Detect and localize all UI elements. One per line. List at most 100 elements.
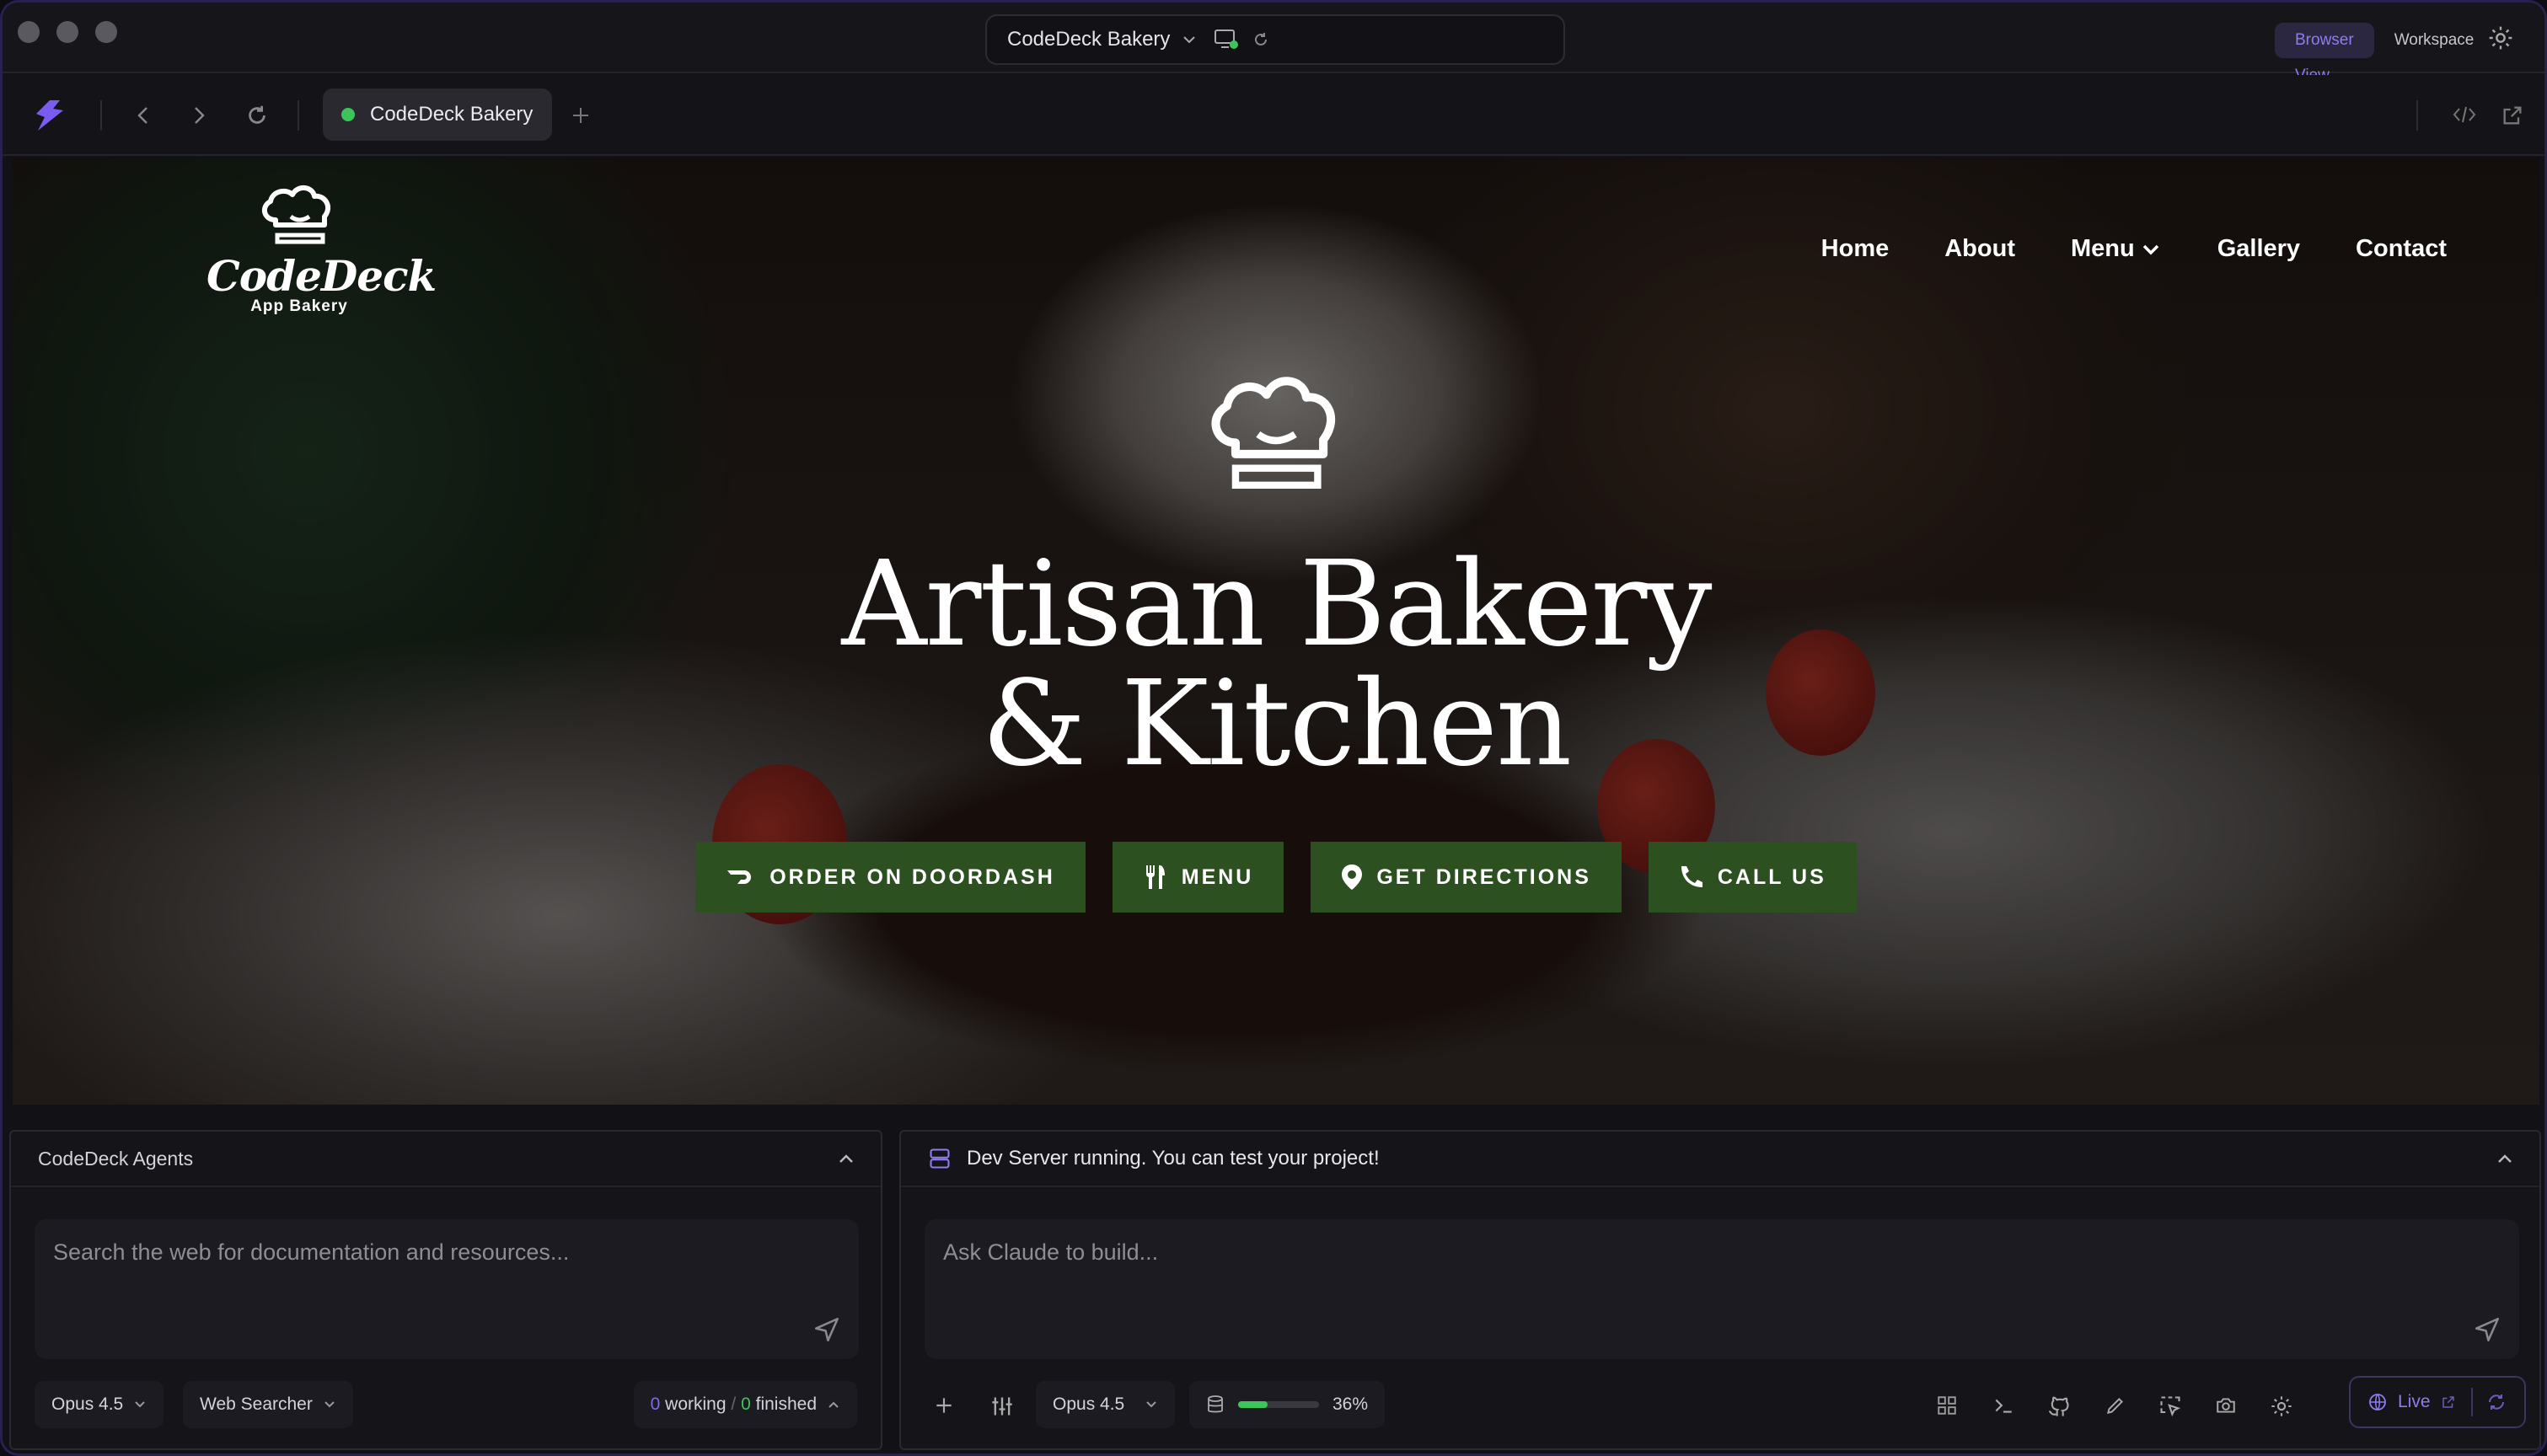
chevron-down-icon xyxy=(2142,244,2158,254)
chevron-down-icon xyxy=(324,1401,335,1408)
terminal-icon[interactable] xyxy=(1992,1394,2015,1416)
chevron-down-icon xyxy=(1146,1401,1156,1408)
call-us-label: CALL US xyxy=(1717,864,1826,889)
utensils-icon xyxy=(1145,865,1165,889)
order-doordash-button[interactable]: ORDER ON DOORDASH xyxy=(695,842,1086,913)
hero-buttons: ORDER ON DOORDASH MENU GET DIRECTIONS CA… xyxy=(13,842,2539,913)
pencil-icon[interactable] xyxy=(2105,1394,2126,1416)
tab-browser-view[interactable]: Browser View xyxy=(2275,23,2374,84)
context-progress-bar xyxy=(1238,1401,1319,1408)
chevron-up-icon xyxy=(828,1401,839,1408)
browser-toolbar: CodeDeck Bakery xyxy=(3,75,2544,156)
claude-prompt-input[interactable]: Ask Claude to build... xyxy=(925,1219,2519,1359)
finished-count: 0 xyxy=(741,1394,751,1414)
monitor-icon[interactable] xyxy=(1214,28,1239,51)
chef-hat-icon xyxy=(261,185,331,244)
tab-title: CodeDeck Bakery xyxy=(370,103,534,126)
open-external-icon[interactable] xyxy=(2501,104,2524,127)
get-directions-button[interactable]: GET DIRECTIONS xyxy=(1311,842,1622,913)
globe-icon xyxy=(2369,1394,2386,1410)
settings-icon[interactable] xyxy=(2270,1394,2293,1418)
site-nav: Home About Menu Gallery Contact xyxy=(1821,235,2447,263)
nav-menu-label: Menu xyxy=(2070,235,2135,262)
send-icon[interactable] xyxy=(812,1315,842,1344)
status-separator: / xyxy=(731,1394,737,1414)
code-icon[interactable] xyxy=(2452,104,2477,126)
hero-title-line1: Artisan Bakery xyxy=(841,536,1712,673)
grid-icon[interactable] xyxy=(1936,1394,1958,1416)
get-directions-label: GET DIRECTIONS xyxy=(1376,864,1591,889)
agents-panel: CodeDeck Agents Search the web for docum… xyxy=(9,1130,882,1450)
phone-icon xyxy=(1681,866,1702,887)
call-us-button[interactable]: CALL US xyxy=(1648,842,1857,913)
new-tab-icon[interactable] xyxy=(571,105,591,126)
browser-tab[interactable]: CodeDeck Bakery xyxy=(323,88,552,141)
database-icon xyxy=(1208,1395,1223,1413)
tab-workspace[interactable]: Workspace xyxy=(2374,23,2495,58)
back-icon[interactable] xyxy=(134,104,153,127)
menu-button-label: MENU xyxy=(1181,864,1254,889)
select-element-icon[interactable] xyxy=(2158,1394,2182,1418)
live-label: Live xyxy=(2398,1392,2431,1411)
agents-search-placeholder: Search the web for documentation and res… xyxy=(53,1239,570,1265)
github-icon[interactable] xyxy=(2047,1394,2071,1418)
finished-label: finished xyxy=(755,1394,817,1414)
chevron-down-icon xyxy=(135,1401,145,1408)
live-preview-button[interactable]: Live xyxy=(2349,1376,2526,1428)
claude-model-label: Opus 4.5 xyxy=(1053,1394,1125,1414)
dev-server-status: Dev Server running. You can test your pr… xyxy=(967,1147,1380,1170)
collapse-chevron-icon[interactable] xyxy=(2496,1152,2514,1165)
sync-icon[interactable] xyxy=(2486,1392,2507,1412)
app-logo-icon xyxy=(36,100,63,131)
agents-search-input[interactable]: Search the web for documentation and res… xyxy=(35,1219,859,1359)
open-external-icon xyxy=(2442,1396,2454,1408)
agents-panel-header: CodeDeck Agents xyxy=(11,1132,881,1187)
nav-home[interactable]: Home xyxy=(1821,235,1890,263)
send-icon[interactable] xyxy=(2472,1315,2502,1344)
agents-model-label: Opus 4.5 xyxy=(51,1394,124,1414)
map-pin-icon xyxy=(1342,864,1363,890)
nav-gallery[interactable]: Gallery xyxy=(2217,235,2300,263)
nav-menu[interactable]: Menu xyxy=(2071,235,2162,263)
tab-status-dot xyxy=(341,108,355,121)
project-selector[interactable]: CodeDeck Bakery Browser View Workspace xyxy=(985,14,2474,84)
browser-viewport: CodeDeck App Bakery Home About Menu Gall… xyxy=(13,158,2539,1105)
dev-server-header: Dev Server running. You can test your pr… xyxy=(901,1132,2539,1187)
chevron-down-icon xyxy=(1183,36,1196,44)
context-usage[interactable]: 36% xyxy=(1189,1381,1386,1428)
context-percent-label: 36% xyxy=(1332,1394,1369,1414)
sliders-icon[interactable] xyxy=(990,1394,1014,1418)
site-logo[interactable]: CodeDeck App Bakery xyxy=(206,183,437,316)
nav-contact[interactable]: Contact xyxy=(2356,235,2447,263)
doordash-icon xyxy=(727,870,752,884)
claude-prompt-placeholder: Ask Claude to build... xyxy=(943,1239,1159,1265)
chef-hat-icon xyxy=(1211,377,1336,490)
minimize-window-button[interactable] xyxy=(56,21,78,43)
zoom-window-button[interactable] xyxy=(95,21,117,43)
order-doordash-label: ORDER ON DOORDASH xyxy=(769,864,1055,889)
site-brand-name: CodeDeck xyxy=(206,251,437,301)
view-toggle: Browser View Workspace xyxy=(2275,19,2495,84)
dev-server-panel: Dev Server running. You can test your pr… xyxy=(899,1130,2541,1450)
working-count: 0 xyxy=(650,1394,661,1414)
agents-model-select[interactable]: Opus 4.5 xyxy=(35,1381,164,1428)
add-icon[interactable] xyxy=(933,1394,955,1416)
agent-status-counter[interactable]: 0 working / 0 finished xyxy=(633,1381,857,1428)
close-window-button[interactable] xyxy=(18,21,40,43)
gear-icon[interactable] xyxy=(2487,24,2514,51)
server-icon xyxy=(930,1148,950,1169)
hero-title: Artisan Bakery & Kitchen xyxy=(13,545,2539,784)
camera-icon[interactable] xyxy=(2214,1394,2238,1416)
agent-type-label: Web Searcher xyxy=(200,1394,313,1414)
reload-icon[interactable] xyxy=(245,104,269,127)
menu-button[interactable]: MENU xyxy=(1112,842,1284,913)
refresh-icon[interactable] xyxy=(1252,31,1269,48)
claude-model-select[interactable]: Opus 4.5 xyxy=(1036,1381,1176,1428)
collapse-chevron-icon[interactable] xyxy=(837,1152,855,1165)
nav-about[interactable]: About xyxy=(1944,235,2015,263)
working-label: working xyxy=(665,1394,727,1414)
agent-type-select[interactable]: Web Searcher xyxy=(183,1381,353,1428)
title-bar: CodeDeck Bakery Browser View Workspace xyxy=(3,3,2544,84)
forward-icon[interactable] xyxy=(190,104,208,127)
app-window: CodeDeck Bakery Browser View Workspace C… xyxy=(0,0,2547,1456)
